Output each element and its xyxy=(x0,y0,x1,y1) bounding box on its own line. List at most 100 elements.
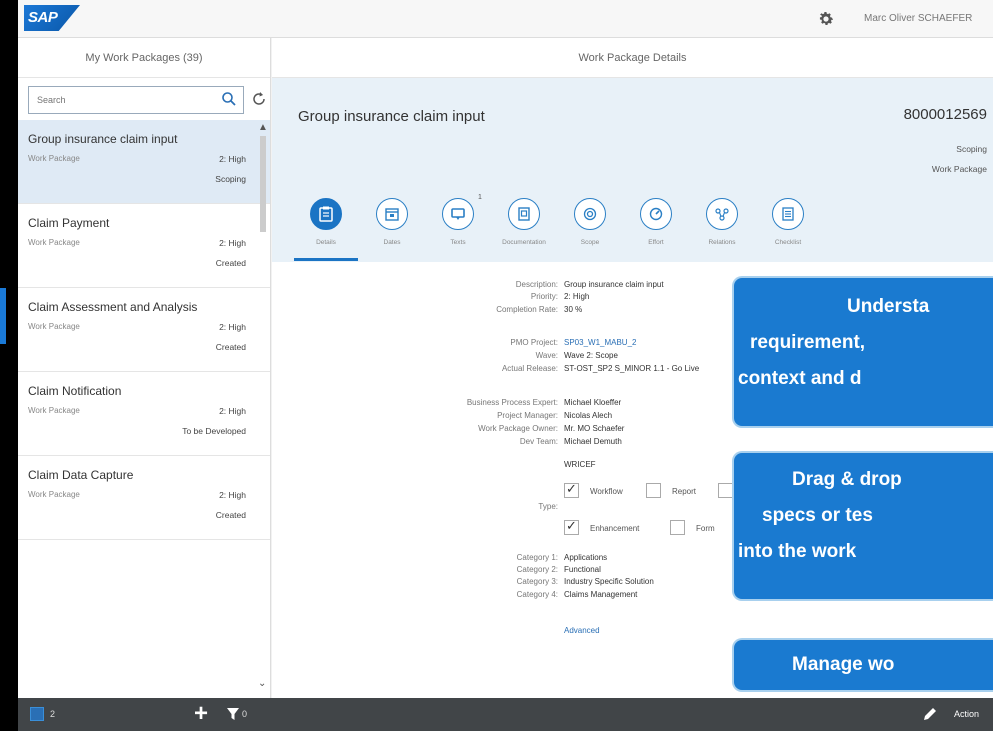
field-label-wave: Wave: xyxy=(535,351,558,360)
user-name[interactable]: Marc Oliver SCHAEFER xyxy=(864,13,972,24)
object-number: 8000012569 xyxy=(903,106,987,123)
checkbox-label-report: Report xyxy=(672,487,697,496)
field-label-bpe: Business Process Expert: xyxy=(466,398,558,407)
work-package-list: Group insurance claim input Work Package… xyxy=(18,120,270,540)
tab-label: Dates xyxy=(383,239,401,246)
network-icon xyxy=(706,198,738,230)
checkbox-form[interactable] xyxy=(670,520,685,535)
field-value-dev-team: Michael Demuth xyxy=(564,437,622,446)
document-icon xyxy=(508,198,540,230)
object-header: Group insurance claim input 8000012569 S… xyxy=(272,78,993,262)
object-type: Work Package xyxy=(931,164,987,174)
list-item[interactable]: Claim Notification Work Package 2: High … xyxy=(18,372,270,456)
checkbox-report[interactable] xyxy=(646,483,661,498)
list-item-priority: 2: High xyxy=(219,154,246,164)
search-box xyxy=(28,86,244,114)
tab-active-indicator xyxy=(294,258,358,261)
search-row xyxy=(18,78,270,120)
add-icon[interactable]: + xyxy=(194,700,208,728)
shell-bar: SAP Marc Oliver SCHAEFER xyxy=(18,0,993,38)
list-item-title: Claim Notification xyxy=(28,384,122,398)
list-item-type: Work Package xyxy=(28,406,80,415)
list-item[interactable]: Claim Data Capture Work Package 2: High … xyxy=(18,456,270,540)
tab-dates[interactable]: Dates xyxy=(358,194,428,262)
list-item[interactable]: Group insurance claim input Work Package… xyxy=(18,120,270,204)
tab-scope[interactable]: Scope xyxy=(556,194,626,262)
tab-label: Checklist xyxy=(774,239,802,246)
callout-line: Manage wo xyxy=(792,654,895,675)
checklist-icon xyxy=(772,198,804,230)
list-item[interactable]: Claim Assessment and Analysis Work Packa… xyxy=(18,288,270,372)
search-icon[interactable] xyxy=(221,91,237,107)
detail-pane-title: Work Package Details xyxy=(272,38,993,78)
chevron-up-icon[interactable]: ▲ xyxy=(258,122,268,133)
list-scrollbar-thumb[interactable] xyxy=(260,136,266,232)
pmo-project-link[interactable]: SP03_W1_MABU_2 xyxy=(564,338,636,347)
selection-count: 2 xyxy=(50,709,56,719)
checkbox-workflow[interactable]: ✓ xyxy=(564,481,579,498)
sap-logo[interactable]: SAP xyxy=(24,5,80,31)
field-label-pmo-project: PMO Project: xyxy=(510,338,558,347)
list-item-type: Work Package xyxy=(28,238,80,247)
list-item-type: Work Package xyxy=(28,322,80,331)
field-value-wave: Wave 2: Scope xyxy=(564,351,618,360)
checkbox-other[interactable] xyxy=(718,483,733,498)
field-label-category-3: Category 3: xyxy=(516,577,558,586)
tab-label: Scope xyxy=(580,239,600,246)
clipboard-icon xyxy=(310,198,342,230)
callout-line: Understa xyxy=(847,296,930,317)
footer-toolbar: 2 + 0 Action xyxy=(18,698,993,731)
left-accent-bar xyxy=(0,288,6,344)
checkmark-icon: ✓ xyxy=(566,481,577,496)
tab-relations[interactable]: Relations xyxy=(688,194,758,262)
speech-bubble-icon xyxy=(442,198,474,230)
list-item-status: To be Developed xyxy=(182,426,246,436)
tab-label: Effort xyxy=(648,239,664,246)
checkmark-icon: ✓ xyxy=(566,518,577,533)
tab-label: Texts xyxy=(450,239,466,246)
gear-icon[interactable] xyxy=(816,9,836,29)
advanced-link[interactable]: Advanced xyxy=(564,626,600,635)
tab-texts[interactable]: 1 Texts xyxy=(424,194,494,262)
field-value-category-1: Applications xyxy=(564,553,608,562)
tab-effort[interactable]: Effort xyxy=(622,194,692,262)
field-value-release: ST-OST_SP2 S_MINOR 1.1 - Go Live xyxy=(564,364,700,373)
list-item-title: Claim Payment xyxy=(28,216,110,230)
chevron-down-icon[interactable]: ⌄ xyxy=(258,678,266,689)
action-button[interactable]: Action xyxy=(954,709,979,719)
field-label-wp-owner: Work Package Owner: xyxy=(478,424,558,433)
checkbox-label-workflow: Workflow xyxy=(590,487,623,496)
list-item[interactable]: Claim Payment Work Package 2: High Creat… xyxy=(18,204,270,288)
list-item-priority: 2: High xyxy=(219,238,246,248)
list-item-title: Group insurance claim input xyxy=(28,132,178,146)
filter-icon[interactable] xyxy=(226,707,240,721)
field-label-dev-team: Dev Team: xyxy=(519,437,558,446)
scope-icon xyxy=(574,198,606,230)
tab-details[interactable]: Details xyxy=(292,194,362,262)
gauge-icon xyxy=(640,198,672,230)
tab-label: Relations xyxy=(708,239,736,246)
tab-documentation[interactable]: Documentation xyxy=(490,194,560,262)
list-item-status: Created xyxy=(215,510,246,520)
field-label-category-1: Category 1: xyxy=(516,553,558,562)
object-title: Group insurance claim input xyxy=(298,108,485,125)
list-item-status: Created xyxy=(215,258,246,268)
search-input[interactable] xyxy=(29,87,209,113)
selection-icon[interactable] xyxy=(30,707,44,721)
field-label-type: Type: xyxy=(538,502,558,511)
tab-checklist[interactable]: Checklist xyxy=(754,194,824,262)
tab-badge: 1 xyxy=(478,194,482,201)
checkbox-enhancement[interactable]: ✓ xyxy=(564,518,579,535)
refresh-icon[interactable] xyxy=(250,90,268,108)
master-list-pane: My Work Packages (39) Group insurance cl… xyxy=(18,38,271,698)
list-item-priority: 2: High xyxy=(219,490,246,500)
list-item-type: Work Package xyxy=(28,490,80,499)
callout-drag-drop: Drag & drop specs or tes into the work xyxy=(732,451,993,601)
field-value-category-3: Industry Specific Solution xyxy=(564,577,654,586)
pen-icon[interactable] xyxy=(922,706,938,722)
callout-line: into the work xyxy=(738,541,857,562)
tab-label: Documentation xyxy=(502,239,546,246)
field-value-category-4: Claims Management xyxy=(564,590,638,599)
sap-logo-text: SAP xyxy=(28,9,58,26)
list-item-title: Claim Assessment and Analysis xyxy=(28,300,198,314)
